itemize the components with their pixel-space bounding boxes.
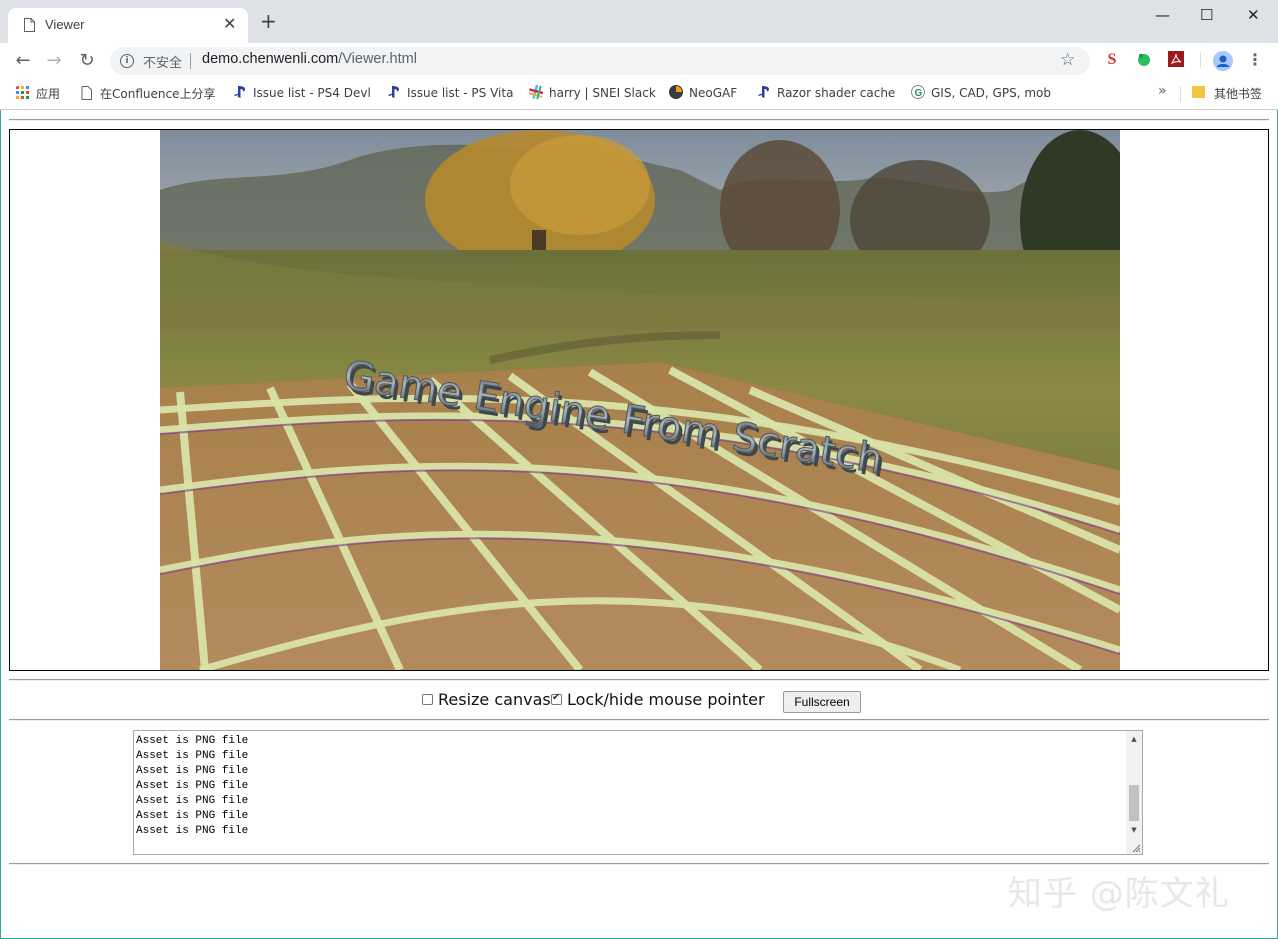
info-icon[interactable]: i xyxy=(120,54,134,68)
pdf-icon[interactable] xyxy=(1167,51,1185,69)
canvas-container: Game Engine From Scratch Game Engine Fro… xyxy=(9,129,1269,671)
output-line: Asset is PNG file xyxy=(136,780,249,792)
bookmarks-bar: 应用 在Confluence上分享 Issue list - PS4 Devl … xyxy=(0,79,1278,110)
output-line: Asset is PNG file xyxy=(136,825,249,837)
page-icon xyxy=(24,18,35,32)
playstation-icon xyxy=(388,86,399,98)
divider xyxy=(9,863,1269,865)
bookmark-confluence[interactable]: 在Confluence上分享 xyxy=(80,85,215,102)
g-icon: G xyxy=(911,85,925,99)
scroll-down-icon[interactable]: ▼ xyxy=(1126,823,1142,837)
output-textarea[interactable]: Asset is PNG file Asset is PNG file Asset … xyxy=(133,730,1143,855)
profile-avatar-icon[interactable] xyxy=(1213,51,1233,71)
resize-grip-icon[interactable] xyxy=(1131,843,1141,853)
neogaf-icon xyxy=(669,85,683,99)
divider xyxy=(9,719,1269,721)
tab-title: Viewer xyxy=(45,17,85,32)
bookmark-psvita-issues[interactable]: Issue list - PS Vita xyxy=(387,85,513,100)
bookmark-apps[interactable]: 应用 xyxy=(16,85,60,102)
url-text[interactable]: demo.chenwenli.com/Viewer.html xyxy=(202,51,417,67)
slack-icon xyxy=(529,85,543,99)
output-line: Asset is PNG file xyxy=(136,735,249,747)
forward-button[interactable]: → xyxy=(41,48,67,74)
url-host: demo.chenwenli.com xyxy=(202,51,339,67)
bookmark-label: 应用 xyxy=(36,87,61,101)
svg-text:G: G xyxy=(915,88,923,99)
render-canvas[interactable]: Game Engine From Scratch Game Engine Fro… xyxy=(160,130,1120,670)
playstation-icon xyxy=(234,86,245,98)
scene-render: Game Engine From Scratch Game Engine Fro… xyxy=(160,130,1120,670)
back-button[interactable]: ← xyxy=(10,48,36,74)
toolbar-divider xyxy=(1200,52,1201,68)
evernote-icon[interactable] xyxy=(1135,51,1153,69)
output-line: Asset is PNG file xyxy=(136,750,249,762)
bookmark-label: Issue list - PS Vita xyxy=(407,86,514,100)
bookmark-ps4-issues[interactable]: Issue list - PS4 Devl xyxy=(233,85,371,100)
bookmarks-more-icon[interactable]: » xyxy=(1158,83,1167,99)
tab-viewer[interactable]: Viewer ✕ xyxy=(8,8,248,43)
bookmark-label: Issue list - PS4 Devl xyxy=(253,86,371,100)
divider xyxy=(9,679,1269,681)
bookmark-label: 其他书签 xyxy=(1214,87,1263,101)
bookmark-gis[interactable]: G GIS, CAD, GPS, mob xyxy=(911,85,1051,100)
output-scrollbar[interactable]: ▲ ▼ xyxy=(1126,731,1142,854)
bookmark-slack[interactable]: harry | SNEI Slack xyxy=(529,85,656,100)
bookmark-label: Razor shader cache xyxy=(777,86,896,100)
close-window-button[interactable]: ✕ xyxy=(1247,6,1260,24)
s-extension-icon[interactable]: S xyxy=(1103,51,1121,69)
output-log: Asset is PNG file Asset is PNG file Asset … xyxy=(136,734,248,839)
tab-strip: Viewer ✕ + — ☐ ✕ xyxy=(0,0,1278,43)
watermark: 知乎 @陈文礼 xyxy=(1008,874,1230,914)
output-line: Asset is PNG file xyxy=(136,765,249,777)
bookmark-label: GIS, CAD, GPS, mob xyxy=(931,86,1051,100)
browser-toolbar: ← → ↻ i 不安全 demo.chenwenli.com/Viewer.ht… xyxy=(0,43,1278,79)
scroll-up-icon[interactable]: ▲ xyxy=(1126,732,1142,746)
address-bar[interactable]: i 不安全 demo.chenwenli.com/Viewer.html ☆ xyxy=(110,47,1090,75)
lock-mouse-label[interactable]: Lock/hide mouse pointer xyxy=(567,690,765,709)
output-line: Asset is PNG file xyxy=(136,795,249,807)
page-icon xyxy=(81,86,92,100)
reload-button[interactable]: ↻ xyxy=(74,48,100,74)
url-path: /Viewer.html xyxy=(338,51,417,67)
security-label[interactable]: 不安全 xyxy=(143,52,182,71)
bookmark-label: harry | SNEI Slack xyxy=(549,86,656,100)
maximize-button[interactable]: ☐ xyxy=(1200,6,1213,24)
bookmark-label: NeoGAF xyxy=(689,86,738,100)
bookmark-neogaf[interactable]: NeoGAF xyxy=(669,85,737,100)
new-tab-button[interactable]: + xyxy=(260,11,277,31)
minimize-button[interactable]: — xyxy=(1155,6,1170,24)
resize-canvas-label[interactable]: Resize canvas xyxy=(438,690,551,709)
divider xyxy=(9,119,1269,121)
playstation-icon xyxy=(758,86,769,98)
tab-close-icon[interactable]: ✕ xyxy=(223,14,236,33)
scroll-thumb[interactable] xyxy=(1129,785,1139,821)
viewer-controls: Resize canvas Lock/hide mouse pointer Fu… xyxy=(0,689,1278,713)
bookmark-label: 在Confluence上分享 xyxy=(100,87,216,101)
bookmark-star-icon[interactable]: ☆ xyxy=(1060,50,1075,70)
folder-icon xyxy=(1192,86,1205,98)
bookmarks-divider xyxy=(1180,86,1181,102)
bookmark-razor-shader[interactable]: Razor shader cache xyxy=(757,85,895,100)
fullscreen-button[interactable]: Fullscreen xyxy=(783,691,861,713)
apps-grid-icon xyxy=(16,86,29,99)
output-line: Asset is PNG file xyxy=(136,810,249,822)
bookmark-other[interactable]: 其他书签 xyxy=(1214,85,1262,102)
menu-icon[interactable]: ⋮ xyxy=(1246,51,1264,69)
address-separator xyxy=(190,53,191,69)
lock-mouse-checkbox[interactable] xyxy=(551,692,562,705)
resize-canvas-checkbox[interactable] xyxy=(422,694,433,705)
